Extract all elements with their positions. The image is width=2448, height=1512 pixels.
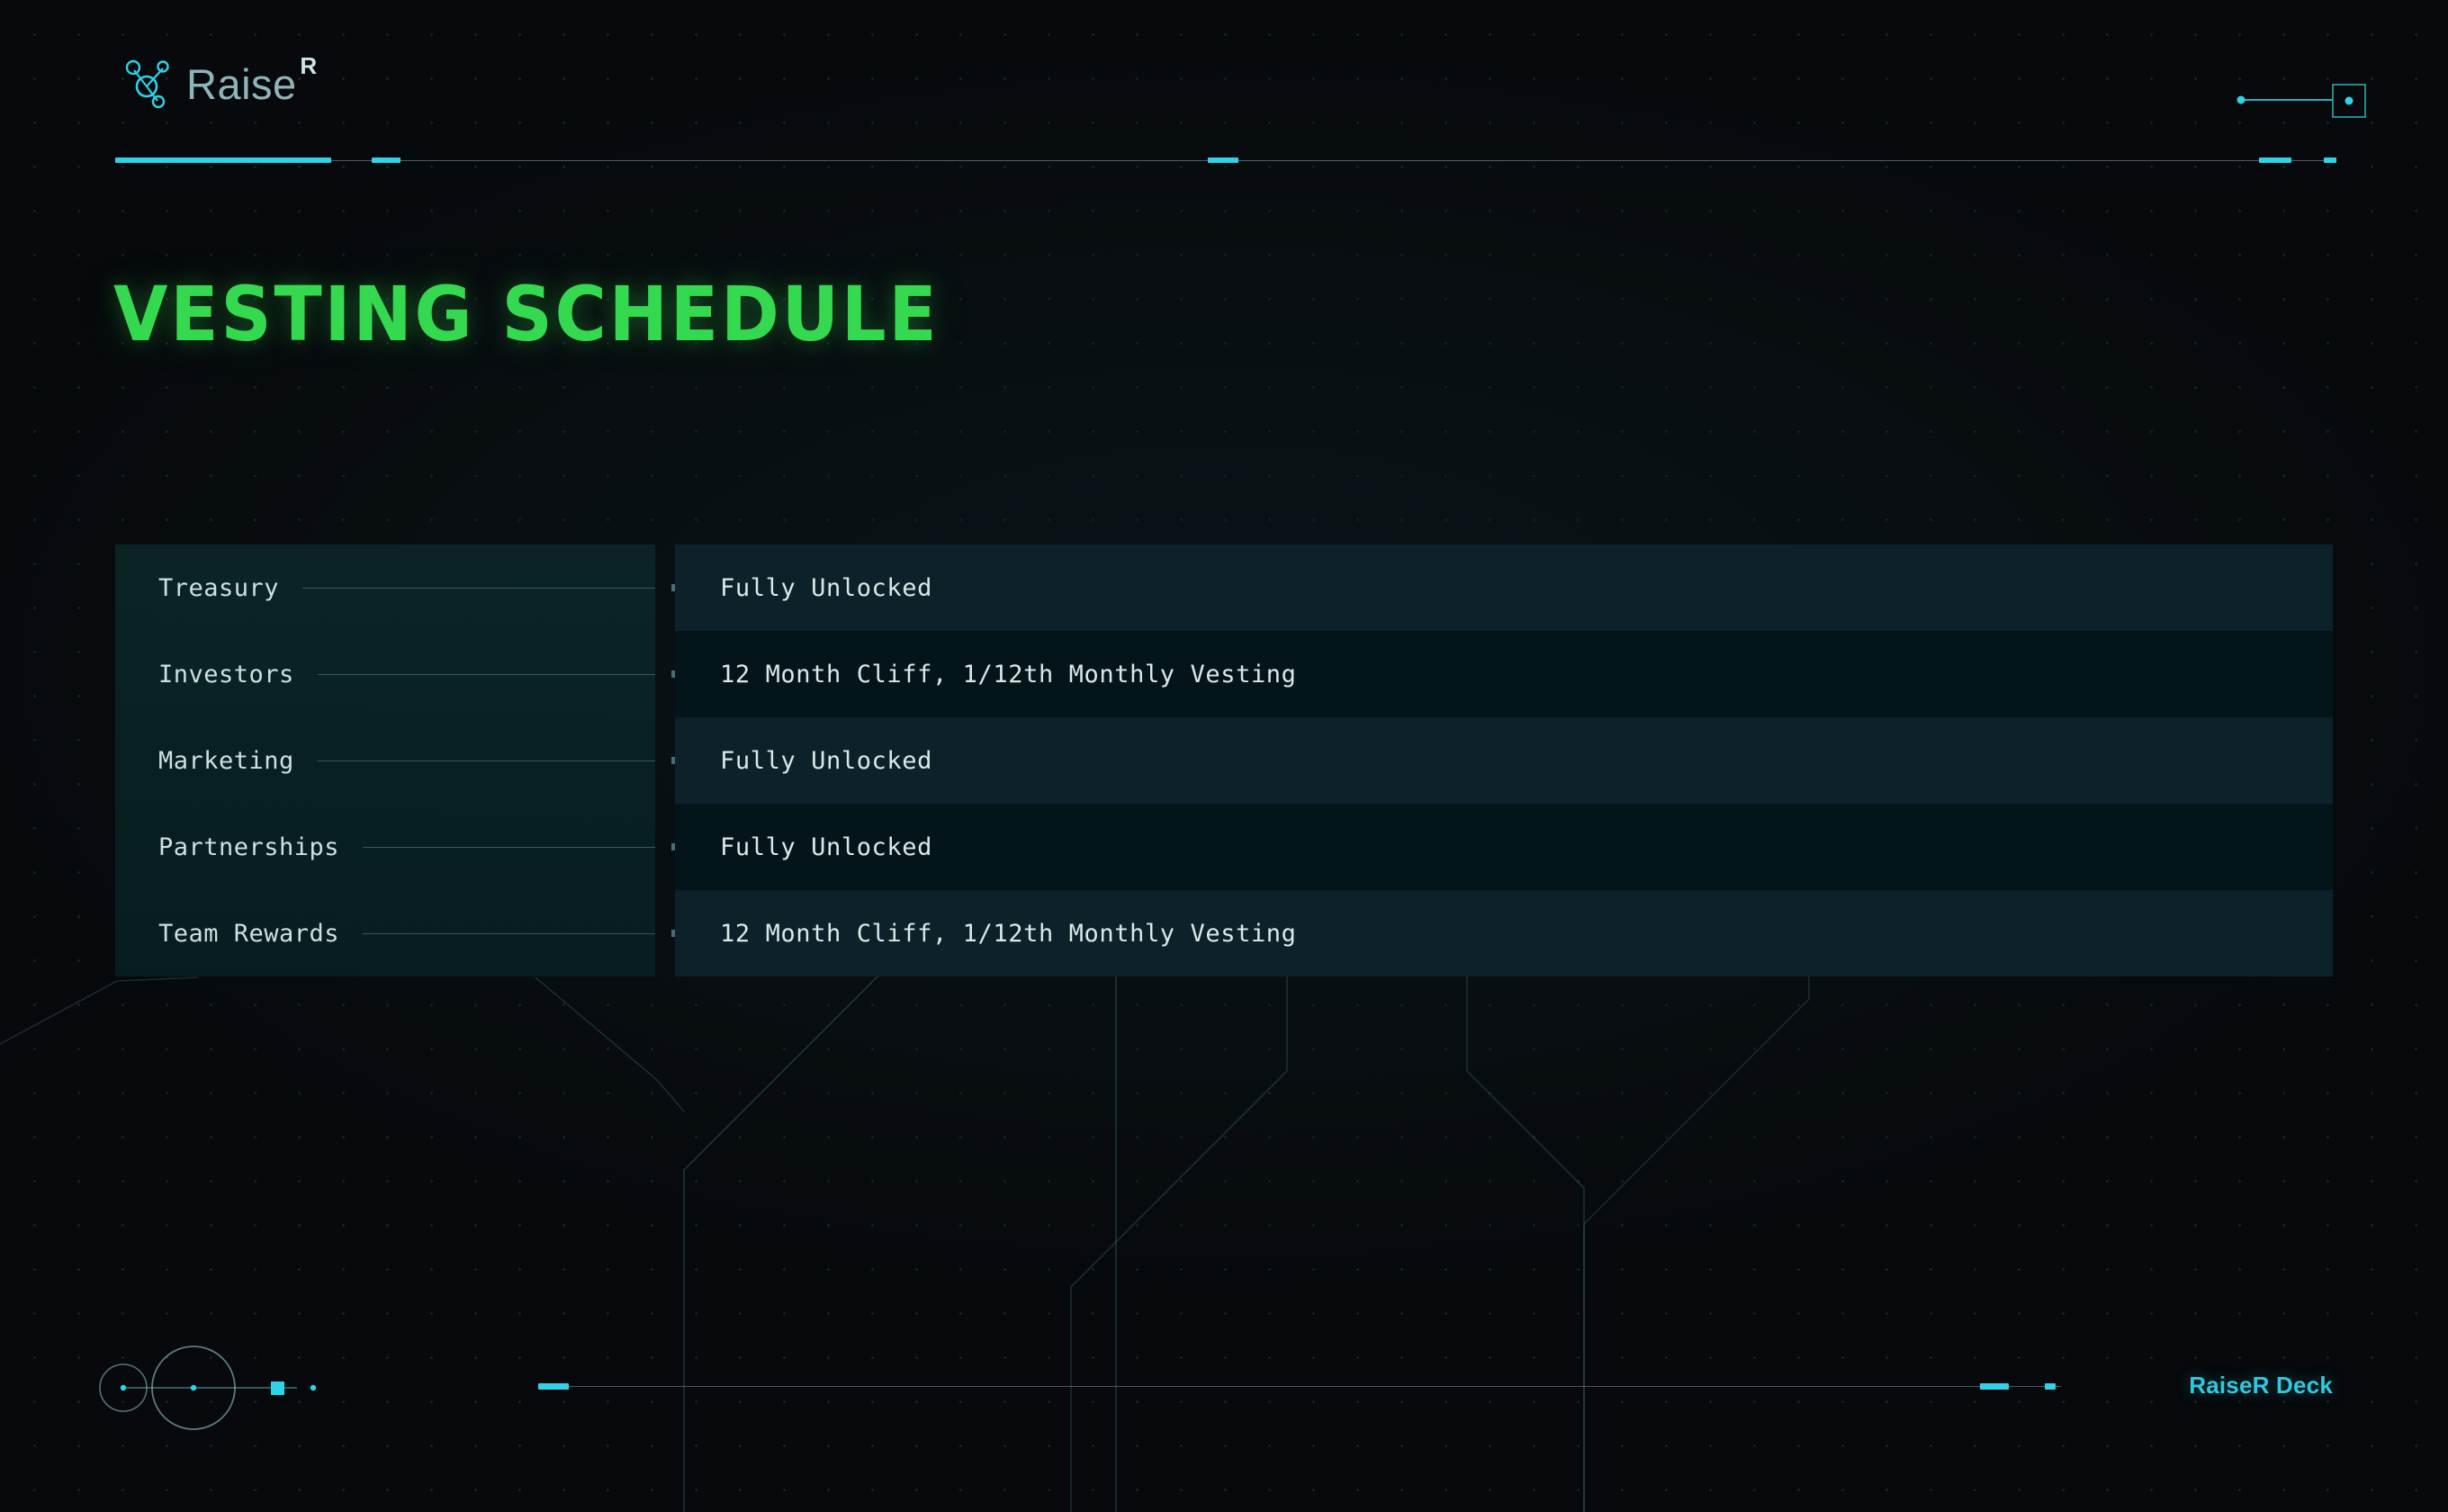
footer-accent-segment-1	[538, 1383, 569, 1390]
page-header: Raise R	[0, 0, 2448, 171]
header-accent-segment-1	[115, 158, 331, 163]
table-row[interactable]: Treasury	[115, 544, 655, 631]
schedule-value: 12 Month Cliff, 1/12th Monthly Vesting	[720, 660, 1297, 688]
header-accent-segment-5	[2324, 158, 2336, 163]
brand-logo-superscript: R	[300, 51, 318, 79]
schedule-value: Fully Unlocked	[720, 573, 932, 602]
molecule-node-icon	[125, 59, 169, 109]
table-row[interactable]: 12 Month Cliff, 1/12th Monthly Vesting	[675, 631, 2333, 717]
table-row[interactable]: Team Rewards	[115, 890, 655, 976]
brand-logo-name: Raise	[186, 59, 297, 108]
category-panel: Treasury Investors Marketing Partnership…	[115, 544, 655, 976]
category-label: Investors	[158, 660, 294, 688]
category-label: Treasury	[158, 573, 280, 602]
table-row[interactable]: Marketing	[115, 717, 655, 804]
category-leader-line	[363, 846, 655, 848]
table-row[interactable]: 12 Month Cliff, 1/12th Monthly Vesting	[675, 890, 2333, 976]
category-leader-line	[302, 587, 655, 589]
page-title: VESTING SCHEDULE	[113, 270, 940, 358]
schedule-value: 12 Month Cliff, 1/12th Monthly Vesting	[720, 919, 1297, 948]
footer-accent-segment-3	[2045, 1383, 2056, 1390]
category-leader-line	[317, 673, 655, 675]
schedule-value: Fully Unlocked	[720, 832, 932, 861]
category-label: Marketing	[158, 746, 294, 775]
table-row[interactable]: Fully Unlocked	[675, 717, 2333, 804]
brand-logo-text: Raise R	[186, 52, 317, 109]
table-row[interactable]: Fully Unlocked	[675, 804, 2333, 890]
brand-logo[interactable]: Raise R	[120, 52, 317, 112]
table-row[interactable]: Fully Unlocked	[675, 544, 2333, 631]
circles-line-node-icon	[99, 1346, 317, 1430]
category-label: Team Rewards	[158, 919, 340, 948]
node-link-square-icon	[2236, 84, 2366, 118]
category-leader-line	[317, 760, 655, 761]
table-row[interactable]: Investors	[115, 631, 655, 717]
footer-rule	[540, 1386, 2061, 1387]
footer-brand-label: RaiseR Deck	[2189, 1372, 2333, 1399]
category-label: Partnerships	[158, 832, 340, 861]
footer-accent-segment-2	[1980, 1383, 2009, 1390]
schedule-panel: Fully Unlocked 12 Month Cliff, 1/12th Mo…	[675, 544, 2333, 976]
header-accent-segment-4	[2259, 158, 2291, 163]
vesting-schedule-table: Treasury Investors Marketing Partnership…	[115, 544, 2333, 976]
category-leader-line	[363, 932, 655, 934]
schedule-value: Fully Unlocked	[720, 746, 932, 775]
header-accent-segment-3	[1208, 158, 1238, 163]
table-row[interactable]: Partnerships	[115, 804, 655, 890]
header-accent-segment-2	[372, 158, 400, 163]
